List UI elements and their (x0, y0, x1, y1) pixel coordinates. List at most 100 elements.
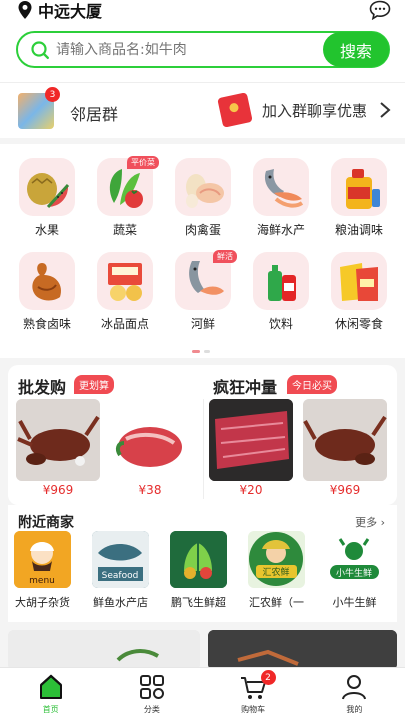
beef-product-image[interactable] (209, 399, 293, 481)
category-tag: 鲜活 (213, 250, 237, 263)
location-pin-icon (18, 1, 32, 19)
shop-logo: 小牛生鲜 (326, 531, 383, 588)
oil-bottle-icon (331, 158, 387, 216)
deals-panel: 批发购 更划算 ¥969 ¥38 疯狂冲量 今日必买 ¥20 ¥969 (8, 365, 397, 505)
category-label: 蔬菜 (112, 223, 137, 237)
shop-name: 大胡子杂货 (15, 596, 70, 609)
category-meat-egg[interactable]: 肉禽蛋 (164, 158, 242, 238)
shop-name: 小牛生鲜 (332, 596, 377, 609)
location-name: 中远大厦 (38, 2, 103, 21)
user-icon (342, 675, 367, 700)
page-dot (204, 350, 210, 353)
page-dot-active (192, 350, 200, 353)
wholesale-tag: 更划算 (74, 375, 114, 394)
shop-logo-text: 小牛生鲜 (336, 567, 372, 579)
category-tag: 平价菜 (127, 156, 159, 169)
category-snacks[interactable]: 休闲零食 (320, 252, 398, 332)
red-packet-icon (217, 92, 253, 128)
category-fruit[interactable]: 水果 (8, 158, 86, 238)
more-label: 更多 (355, 516, 378, 529)
pork-product-image[interactable] (108, 399, 192, 481)
tab-profile[interactable]: 我的 (304, 668, 405, 720)
shop-name: 鲜鱼水产店 (93, 596, 148, 609)
drink-icon (253, 252, 309, 310)
category-label: 饮料 (268, 317, 293, 331)
location-selector[interactable]: 中远大厦 (18, 0, 103, 21)
vegetable-icon: 平价菜 (97, 156, 159, 216)
product-price: ¥969 (329, 483, 361, 497)
product-price: ¥38 (138, 483, 162, 497)
category-label: 河鲜 (190, 317, 215, 331)
shop-logo: 汇农鲜 (248, 531, 305, 588)
category-panel: 水果 平价菜 蔬菜 肉禽蛋 海鲜水产 粮油调味 熟食卤味 冰品面点 鲜活 河鲜 … (0, 144, 405, 358)
tab-category[interactable]: 分类 (101, 668, 202, 720)
group-avatar: 3 (18, 87, 60, 129)
more-link[interactable]: 更多 › (355, 514, 385, 530)
category-vegetable[interactable]: 平价菜 蔬菜 (86, 156, 164, 238)
join-group-text[interactable]: 加入群聊享优惠 (262, 100, 367, 121)
search-bar[interactable]: 搜索 (16, 31, 390, 68)
category-label: 冰品面点 (100, 317, 149, 331)
bottom-tab-bar: 首页 分类 2 购物车 我的 (0, 667, 405, 720)
tab-label: 分类 (143, 705, 160, 714)
grid-icon (139, 675, 164, 699)
tab-label: 购物车 (241, 705, 266, 714)
wholesale-section[interactable]: 批发购 更划算 ¥969 ¥38 (8, 365, 202, 505)
header: 中远大厦 搜索 (0, 0, 405, 82)
page-indicator (192, 350, 210, 353)
category-label: 海鲜水产 (256, 223, 305, 237)
lobster-product-image[interactable] (303, 399, 387, 481)
category-grain-oil[interactable]: 粮油调味 (320, 158, 398, 238)
fish-icon: 鲜活 (175, 250, 237, 310)
category-cooked-food[interactable]: 熟食卤味 (8, 252, 86, 332)
group-badge: 3 (45, 87, 60, 102)
category-label: 熟食卤味 (22, 317, 71, 331)
shop-item[interactable]: 小牛生鲜 小牛生鲜 (326, 531, 383, 610)
frozen-food-icon (97, 252, 153, 310)
nearby-title: 附近商家 (18, 515, 74, 531)
home-icon (39, 674, 62, 699)
search-input[interactable] (56, 41, 306, 58)
group-label: 邻居群 (70, 105, 119, 124)
cart-badge: 2 (260, 670, 276, 685)
category-grid: 水果 平价菜 蔬菜 肉禽蛋 海鲜水产 粮油调味 熟食卤味 冰品面点 鲜活 河鲜 … (8, 156, 398, 332)
category-label: 休闲零食 (334, 317, 383, 331)
product-price: ¥20 (239, 483, 263, 497)
feed-card[interactable] (8, 630, 200, 670)
app-page: { "header": {"location": "中远大厦"}, "searc… (0, 0, 405, 720)
shop-name: 鹏飞生鲜超 (171, 596, 226, 609)
category-frozen-pastry[interactable]: 冰品面点 (86, 252, 164, 332)
category-label: 水果 (34, 223, 59, 237)
crazy-deals-section[interactable]: 疯狂冲量 今日必买 ¥20 ¥969 (203, 365, 397, 505)
lobster-product-image[interactable] (16, 399, 100, 481)
shop-list: menu 大胡子杂货 Seafood 鲜鱼水产店 鹏飞生鲜超 汇农鲜 汇农鲜（一… (14, 531, 383, 610)
search-icon (31, 40, 49, 59)
category-seafood[interactable]: 海鲜水产 (242, 158, 320, 238)
seafood-icon (253, 158, 309, 216)
category-river-fresh[interactable]: 鲜活 河鲜 (164, 250, 242, 332)
tab-label: 首页 (42, 705, 59, 714)
neighbor-group-banner[interactable]: 3 邻居群 加入群聊享优惠 (0, 82, 405, 138)
category-drinks[interactable]: 饮料 (242, 252, 320, 332)
shop-logo-text: menu (29, 576, 55, 586)
shop-name: 汇农鲜（一 (249, 596, 304, 609)
shop-item[interactable]: 鹏飞生鲜超 (170, 531, 227, 610)
shop-logo: menu (14, 531, 71, 588)
snack-icon (331, 252, 387, 310)
shop-logo-text: Seafood (102, 571, 139, 581)
tab-home[interactable]: 首页 (0, 668, 101, 720)
shop-item[interactable]: Seafood 鲜鱼水产店 (92, 531, 149, 610)
meat-egg-icon (175, 158, 231, 216)
fruit-icon (19, 158, 75, 216)
product-price: ¥969 (42, 483, 74, 497)
shop-logo-text: 汇农鲜 (262, 566, 289, 578)
tab-cart[interactable]: 2 购物车 (203, 668, 304, 720)
chevron-right-icon (380, 102, 391, 118)
search-button[interactable]: 搜索 (323, 32, 389, 67)
crazy-deals-title: 疯狂冲量 (213, 378, 278, 397)
shop-item[interactable]: menu 大胡子杂货 (14, 531, 71, 610)
category-label: 肉禽蛋 (184, 223, 221, 237)
message-icon[interactable] (369, 0, 391, 20)
feed-card[interactable] (208, 630, 397, 670)
shop-item[interactable]: 汇农鲜 汇农鲜（一 (248, 531, 305, 610)
